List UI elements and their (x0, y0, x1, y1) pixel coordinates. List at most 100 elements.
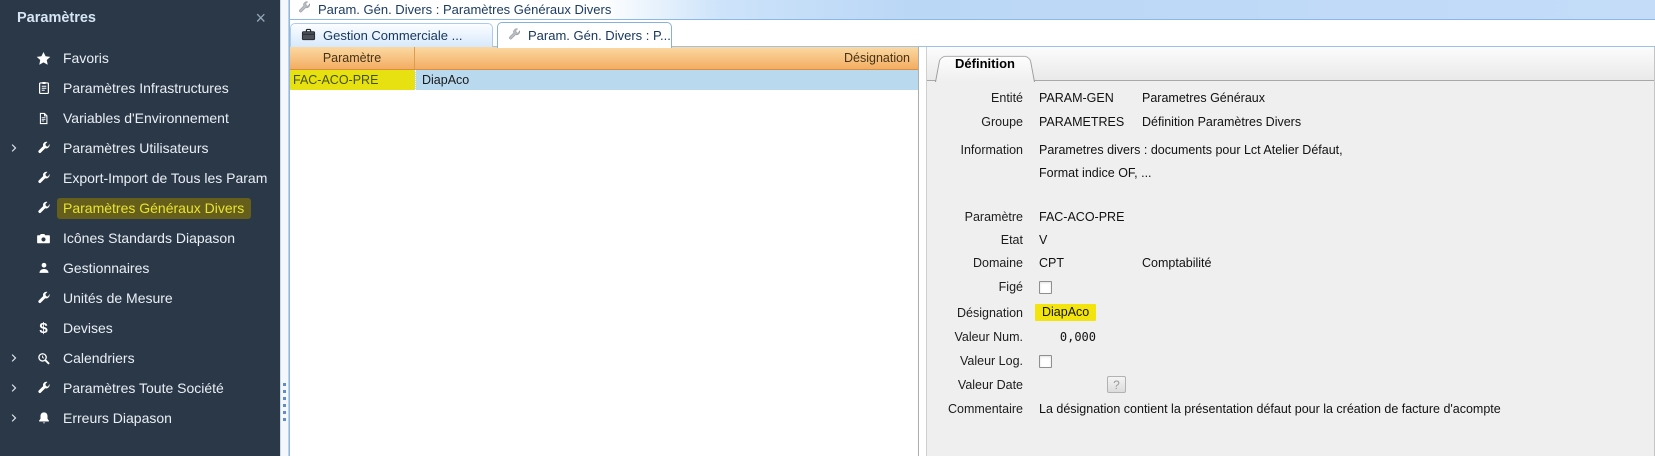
sidebar-item-label: Paramètres Infrastructures (63, 80, 229, 96)
chevron-right-icon[interactable] (8, 382, 34, 394)
sidebar-item-label: Paramètres Généraux Divers (57, 198, 251, 219)
sidebar-splitter[interactable] (280, 0, 289, 456)
field-designation: Désignation DiapAco (927, 304, 1096, 321)
valeur-log-checkbox[interactable] (1039, 355, 1052, 368)
information-line-2: Format indice OF, ... (1039, 162, 1343, 185)
sidebar-item[interactable]: Paramètres Généraux Divers (0, 193, 280, 223)
field-value: PARAM-GEN (1039, 91, 1142, 105)
field-value: V (1039, 233, 1047, 247)
field-valeur-log: Valeur Log. (927, 353, 1052, 369)
sidebar-item-label: Variables d'Environnement (63, 110, 229, 126)
sidebar-item[interactable]: Favoris (0, 43, 280, 73)
field-groupe: Groupe PARAMETRES Définition Paramètres … (927, 114, 1301, 130)
sidebar-item[interactable]: Icônes Standards Diapason (0, 223, 280, 253)
definition-form: Entité PARAM-GEN Parametres Généraux Gro… (927, 81, 1654, 456)
app-window: Paramètres × Favoris Paramètres Infrastru… (0, 0, 1655, 456)
sidebar-items: Favoris Paramètres Infrastructures Variabl… (0, 43, 280, 433)
sidebar-item-label: Export-Import de Tous les Param (63, 170, 267, 186)
field-label: Commentaire (927, 402, 1023, 416)
document-title-bar: Param. Gén. Divers : Paramètres Généraux… (290, 0, 1655, 20)
field-label: Valeur Log. (927, 354, 1023, 368)
information-line-1: Parametres divers : documents pour Lct A… (1039, 139, 1343, 162)
chevron-right-icon[interactable] (8, 142, 34, 154)
table-row[interactable]: FAC-ACO-PRE DiapAco (290, 70, 918, 90)
sidebar-item[interactable]: $Devises (0, 313, 280, 343)
chevron-right-icon[interactable] (8, 352, 34, 364)
sidebar-item[interactable]: Unités de Mesure (0, 283, 280, 313)
sidebar-item[interactable]: Calendriers (0, 343, 280, 373)
document-tab-bar: Gestion Commerciale ... Param. Gén. Dive… (290, 20, 1655, 47)
column-header-parametre[interactable]: Paramètre (290, 47, 415, 69)
document-title: Param. Gén. Divers : Paramètres Généraux… (318, 2, 611, 17)
field-label: Valeur Num. (927, 330, 1023, 344)
tab-gestion-commerciale[interactable]: Gestion Commerciale ... (290, 23, 493, 47)
sidebar: Paramètres × Favoris Paramètres Infrastru… (0, 0, 280, 456)
sidebar-item[interactable]: Paramètres Utilisateurs (0, 133, 280, 163)
wrench-icon (298, 1, 311, 19)
field-label: Information (927, 139, 1023, 162)
field-label: Etat (927, 233, 1023, 247)
wrench-icon (34, 201, 53, 215)
field-domaine: Domaine CPT Comptabilité (927, 255, 1211, 271)
chevron-right-icon[interactable] (8, 412, 34, 424)
wrench-icon (34, 171, 53, 185)
sidebar-item-label: Icônes Standards Diapason (63, 230, 235, 246)
field-value: FAC-ACO-PRE (1039, 210, 1124, 224)
sidebar-item[interactable]: Erreurs Diapason (0, 403, 280, 433)
field-label: Groupe (927, 115, 1023, 129)
field-desc: Comptabilité (1142, 256, 1211, 270)
field-value: La désignation contient la présentation … (1039, 402, 1501, 416)
field-entite: Entité PARAM-GEN Parametres Généraux (927, 90, 1265, 106)
sidebar-item[interactable]: Variables d'Environnement (0, 103, 280, 133)
definition-tab-strip: Définition (927, 47, 1654, 81)
sidebar-item-label: Favoris (63, 50, 109, 66)
clipboard-icon (34, 81, 53, 95)
sidebar-item[interactable]: Gestionnaires (0, 253, 280, 283)
cell-parametre: FAC-ACO-PRE (290, 70, 415, 90)
sidebar-item[interactable]: Export-Import de Tous les Param (0, 163, 280, 193)
fige-checkbox[interactable] (1039, 281, 1052, 294)
bell-icon (34, 411, 53, 425)
definition-panel: Définition Entité PARAM-GEN Parametres G… (926, 47, 1655, 456)
sidebar-item-label: Erreurs Diapason (63, 410, 172, 426)
tab-param-gen-divers[interactable]: Param. Gén. Divers : P... (497, 22, 672, 48)
tab-label: Param. Gén. Divers : P... (528, 28, 671, 43)
sidebar-title: Paramètres (17, 10, 255, 26)
sidebar-item-label: Calendriers (63, 350, 135, 366)
sidebar-item-label: Paramètres Utilisateurs (63, 140, 209, 156)
field-label: Figé (927, 280, 1023, 294)
field-fige: Figé (927, 279, 1052, 295)
field-value: PARAMETRES (1039, 115, 1142, 129)
valeur-num-input[interactable]: 0,000 (1039, 330, 1096, 344)
field-parametre: Paramètre FAC-ACO-PRE (927, 209, 1124, 225)
sidebar-item[interactable]: Paramètres Infrastructures (0, 73, 280, 103)
field-valeur-num: Valeur Num. 0,000 (927, 329, 1096, 345)
cell-designation: DiapAco (415, 70, 918, 90)
parameters-grid: Paramètre Désignation FAC-ACO-PRE DiapAc… (290, 47, 919, 456)
field-value: Parametres divers : documents pour Lct A… (1039, 139, 1343, 185)
main-area: Param. Gén. Divers : Paramètres Généraux… (289, 0, 1655, 456)
field-value: CPT (1039, 256, 1142, 270)
sidebar-item[interactable]: Paramètres Toute Société (0, 373, 280, 403)
dollar-icon: $ (34, 320, 53, 337)
close-icon[interactable]: × (255, 11, 266, 25)
date-picker-button[interactable]: ? (1107, 376, 1126, 393)
field-label: Désignation (927, 306, 1023, 320)
field-desc: Définition Paramètres Divers (1142, 115, 1301, 129)
highlighted-designation: DiapAco (1035, 304, 1096, 321)
column-header-designation[interactable]: Désignation (415, 47, 918, 69)
splitter-grip-icon (283, 383, 286, 421)
grid-header: Paramètre Désignation (290, 47, 918, 70)
field-commentaire: Commentaire La désignation contient la p… (927, 401, 1501, 417)
sidebar-header: Paramètres × (0, 0, 280, 32)
field-valeur-date: Valeur Date ? (927, 376, 1126, 393)
field-label: Paramètre (927, 210, 1023, 224)
field-etat: Etat V (927, 232, 1047, 248)
sidebar-item-label: Paramètres Toute Société (63, 380, 224, 396)
sidebar-item-label: Gestionnaires (63, 260, 149, 276)
file-icon (34, 112, 53, 125)
sidebar-item-label: Unités de Mesure (63, 290, 173, 306)
star-icon (34, 51, 53, 66)
wrench-icon (34, 291, 53, 305)
field-information: Information Parametres divers : document… (927, 139, 1343, 185)
